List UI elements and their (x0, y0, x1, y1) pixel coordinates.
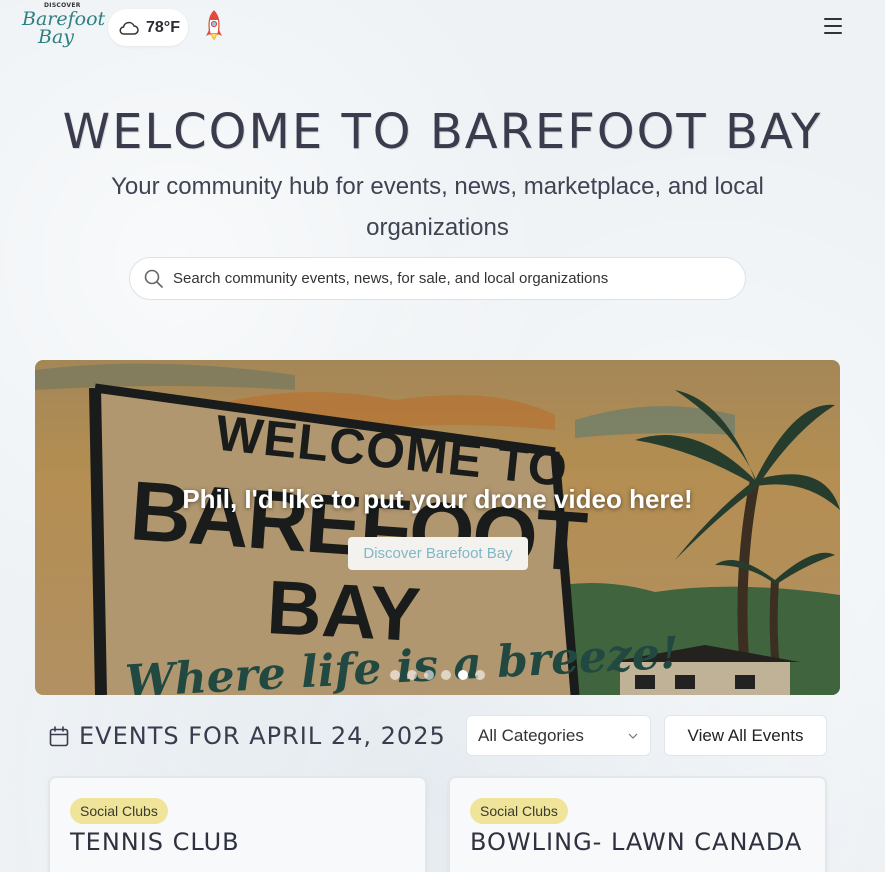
search-icon (144, 269, 163, 288)
carousel-dots (390, 670, 485, 680)
events-heading: EVENTS FOR APRIL 24, 2025 (79, 722, 446, 750)
menu-line (824, 25, 842, 27)
carousel-dot[interactable] (407, 670, 417, 680)
events-header: EVENTS FOR APRIL 24, 2025 (49, 718, 446, 754)
weather-widget[interactable]: 78°F (108, 9, 188, 46)
rocket-icon[interactable] (202, 10, 226, 48)
discover-button[interactable]: Discover Barefoot Bay (348, 537, 528, 570)
menu-line (824, 18, 842, 20)
event-title: BOWLING- LAWN CANADA (470, 828, 803, 856)
hero-banner-carousel: WELCOME TO BAREFOOT BAY Where life is a … (35, 360, 840, 695)
chevron-down-icon (628, 733, 638, 739)
calendar-icon (49, 725, 69, 746)
banner-headline: Phil, I'd like to put your drone video h… (182, 484, 693, 514)
site-logo[interactable]: DISCOVER Barefoot Bay (22, 2, 105, 50)
category-badge: Social Clubs (70, 798, 168, 824)
search-input[interactable] (173, 270, 733, 287)
weather-temperature: 78°F (146, 18, 180, 36)
category-select-value: All Categories (478, 725, 584, 745)
logo-word-2: Bay (38, 26, 75, 48)
category-select[interactable]: All Categories (466, 715, 651, 756)
carousel-dot[interactable] (390, 670, 400, 680)
event-card[interactable]: Social Clubs TENNIS CLUB (48, 776, 427, 872)
page-subtitle: Your community hub for events, news, mar… (111, 173, 764, 241)
cloud-icon (119, 21, 139, 35)
carousel-dot[interactable] (475, 670, 485, 680)
banner-overlay (35, 360, 840, 695)
carousel-dot-active[interactable] (458, 670, 468, 680)
carousel-dot[interactable] (424, 670, 434, 680)
event-card[interactable]: Social Clubs BOWLING- LAWN CANADA (448, 776, 827, 872)
menu-line (824, 32, 842, 34)
view-all-events-button[interactable]: View All Events (664, 715, 827, 756)
hamburger-menu-icon[interactable] (824, 18, 848, 38)
search-bar[interactable] (129, 257, 746, 300)
page-title: WELCOME TO BAREFOOT BAY (62, 104, 823, 160)
event-title: TENNIS CLUB (70, 828, 240, 856)
category-badge: Social Clubs (470, 798, 568, 824)
carousel-dot[interactable] (441, 670, 451, 680)
site-header: DISCOVER Barefoot Bay 78°F (0, 0, 885, 56)
